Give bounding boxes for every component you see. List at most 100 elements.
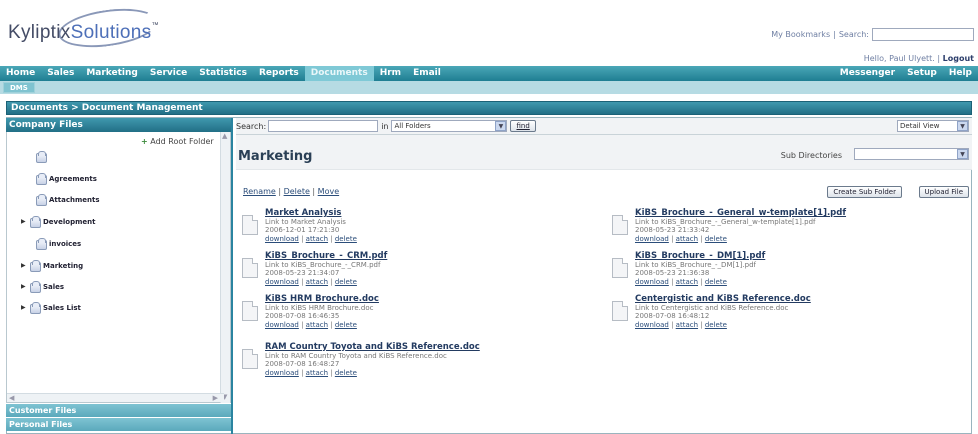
download-link[interactable]: download [265, 321, 299, 329]
sidebar-section-personal-files[interactable]: Personal Files [6, 417, 231, 431]
download-link[interactable]: download [635, 235, 669, 243]
expand-arrow-icon[interactable]: ▶ [21, 262, 29, 269]
folder-tree: + Add Root Folder Agreements Attachments… [6, 132, 231, 403]
nav-email[interactable]: Email [407, 66, 447, 81]
search-toolbar: Search: in All Folders ▼ find Detail View… [236, 118, 972, 135]
delete-link[interactable]: delete [705, 321, 727, 329]
download-link[interactable]: download [635, 321, 669, 329]
my-bookmarks-link[interactable]: My Bookmarks [771, 30, 830, 39]
find-button[interactable]: find [510, 120, 536, 132]
nav-setup[interactable]: Setup [901, 66, 943, 81]
document-link-text: Link to KiBS_Brochure_-_General_w-templa… [635, 217, 816, 226]
attach-link[interactable]: attach [676, 235, 698, 243]
folder-icon [29, 260, 41, 272]
document-item: Centergistic and KiBS Reference.doc Link… [612, 295, 942, 335]
expand-arrow-icon[interactable]: ▶ [21, 304, 29, 311]
nav-messenger[interactable]: Messenger [834, 66, 901, 81]
folder-scope-select[interactable]: All Folders ▼ [391, 120, 508, 132]
delete-link[interactable]: delete [335, 369, 357, 377]
tree-node-invoices[interactable]: invoices [27, 238, 81, 250]
nav-documents[interactable]: Documents [304, 66, 374, 81]
document-name[interactable]: KiBS HRM Brochure.doc [265, 295, 379, 304]
attach-link[interactable]: attach [676, 321, 698, 329]
scroll-left-icon[interactable]: ◀ [9, 394, 14, 402]
document-name[interactable]: Market Analysis [265, 209, 357, 218]
delete-link[interactable]: delete [335, 321, 357, 329]
document-item: KiBS_Brochure_-_CRM.pdf Link to KiBS_Bro… [242, 252, 572, 292]
plus-icon: + [141, 137, 148, 146]
document-date: 2008-05-23 21:34:07 [265, 269, 340, 277]
document-name[interactable]: RAM Country Toyota and KiBS Reference.do… [265, 343, 480, 352]
document-icon [242, 258, 258, 278]
nav-help[interactable]: Help [943, 66, 978, 81]
nav-hrm[interactable]: Hrm [374, 66, 407, 81]
document-link-text: Link to RAM Country Toyota and KiBS Refe… [265, 351, 447, 360]
document-name[interactable]: KiBS_Brochure_-_DM[1].pdf [635, 252, 765, 261]
delete-folder-link[interactable]: Delete [284, 187, 310, 196]
nav-service[interactable]: Service [144, 66, 193, 81]
document-link-text: Link to Centergistic and KiBS Reference.… [635, 303, 789, 312]
folder-icon [29, 302, 41, 314]
sidebar-header-company-files[interactable]: Company Files [6, 118, 231, 132]
tree-node-sales[interactable]: ▶ Sales [21, 281, 64, 293]
company-logo: KyliptixSolutions™ [8, 3, 213, 53]
logout-link[interactable]: Logout [943, 54, 974, 63]
tree-node-marketing[interactable]: ▶ Marketing [21, 260, 83, 272]
attach-link[interactable]: attach [306, 235, 328, 243]
tree-vertical-scrollbar[interactable]: ▲ ▼ [220, 132, 230, 403]
tree-horizontal-scrollbar[interactable]: ◀ ▶ [7, 393, 224, 402]
tree-node-development[interactable]: ▶ Development [21, 216, 95, 228]
nav-sales[interactable]: Sales [41, 66, 80, 81]
expand-arrow-icon[interactable]: ▶ [21, 218, 29, 225]
tree-node-agreements[interactable]: Agreements [27, 173, 97, 185]
attach-link[interactable]: attach [306, 321, 328, 329]
upload-file-button[interactable]: Upload File [918, 186, 969, 198]
expand-arrow-icon[interactable]: ▶ [21, 283, 29, 290]
document-link-text: Link to KiBS HRM Brochure.doc [265, 303, 374, 312]
download-link[interactable]: download [265, 369, 299, 377]
nav-marketing[interactable]: Marketing [80, 66, 144, 81]
download-link[interactable]: download [265, 278, 299, 286]
download-link[interactable]: download [265, 235, 299, 243]
sub-directories-select[interactable]: ▼ [854, 148, 969, 160]
folder-icon [35, 194, 47, 206]
tree-node-sales-list[interactable]: ▶ Sales List [21, 302, 81, 314]
nav-statistics[interactable]: Statistics [193, 66, 253, 81]
nav-reports[interactable]: Reports [253, 66, 305, 81]
delete-link[interactable]: delete [335, 278, 357, 286]
nav-home[interactable]: Home [0, 66, 41, 81]
attach-link[interactable]: attach [306, 369, 328, 377]
download-link[interactable]: download [635, 278, 669, 286]
delete-link[interactable]: delete [335, 235, 357, 243]
document-link-text: Link to KiBS_Brochure_-_CRM.pdf [265, 260, 381, 269]
delete-link[interactable]: delete [705, 278, 727, 286]
document-name[interactable]: KiBS_Brochure_-_CRM.pdf [265, 252, 387, 261]
breadcrumb: Documents > Document Management [6, 101, 972, 115]
attach-link[interactable]: attach [676, 278, 698, 286]
view-mode-select[interactable]: Detail View ▼ [897, 120, 969, 132]
separator: | [833, 30, 836, 39]
document-search-input[interactable] [268, 120, 379, 132]
attach-link[interactable]: attach [306, 278, 328, 286]
document-date: 2008-07-08 16:48:27 [265, 360, 340, 368]
scroll-up-icon[interactable]: ▲ [222, 132, 227, 140]
add-root-folder-button[interactable]: + Add Root Folder [141, 137, 214, 146]
document-date: 2006-12-01 17:21:30 [265, 226, 340, 234]
subnav-tab-dms[interactable]: DMS [3, 82, 35, 93]
create-sub-folder-button[interactable]: Create Sub Folder [827, 186, 902, 198]
document-icon [612, 258, 628, 278]
document-icon [242, 349, 258, 369]
folder-actions: Rename | Delete | Move [243, 187, 340, 196]
tree-node-attachments[interactable]: Attachments [27, 194, 100, 206]
document-name[interactable]: KiBS_Brochure_-_General_w-template[1].pd… [635, 209, 846, 218]
header-search-input[interactable] [872, 28, 974, 41]
move-link[interactable]: Move [318, 187, 339, 196]
document-name[interactable]: Centergistic and KiBS Reference.doc [635, 295, 811, 304]
scroll-right-icon[interactable]: ▶ [213, 394, 218, 402]
document-date: 2008-05-23 21:33:42 [635, 226, 710, 234]
sub-nav: DMS [0, 81, 978, 94]
sidebar-section-customer-files[interactable]: Customer Files [6, 403, 231, 417]
rename-link[interactable]: Rename [243, 187, 276, 196]
tree-node-root[interactable] [27, 151, 49, 163]
delete-link[interactable]: delete [705, 235, 727, 243]
